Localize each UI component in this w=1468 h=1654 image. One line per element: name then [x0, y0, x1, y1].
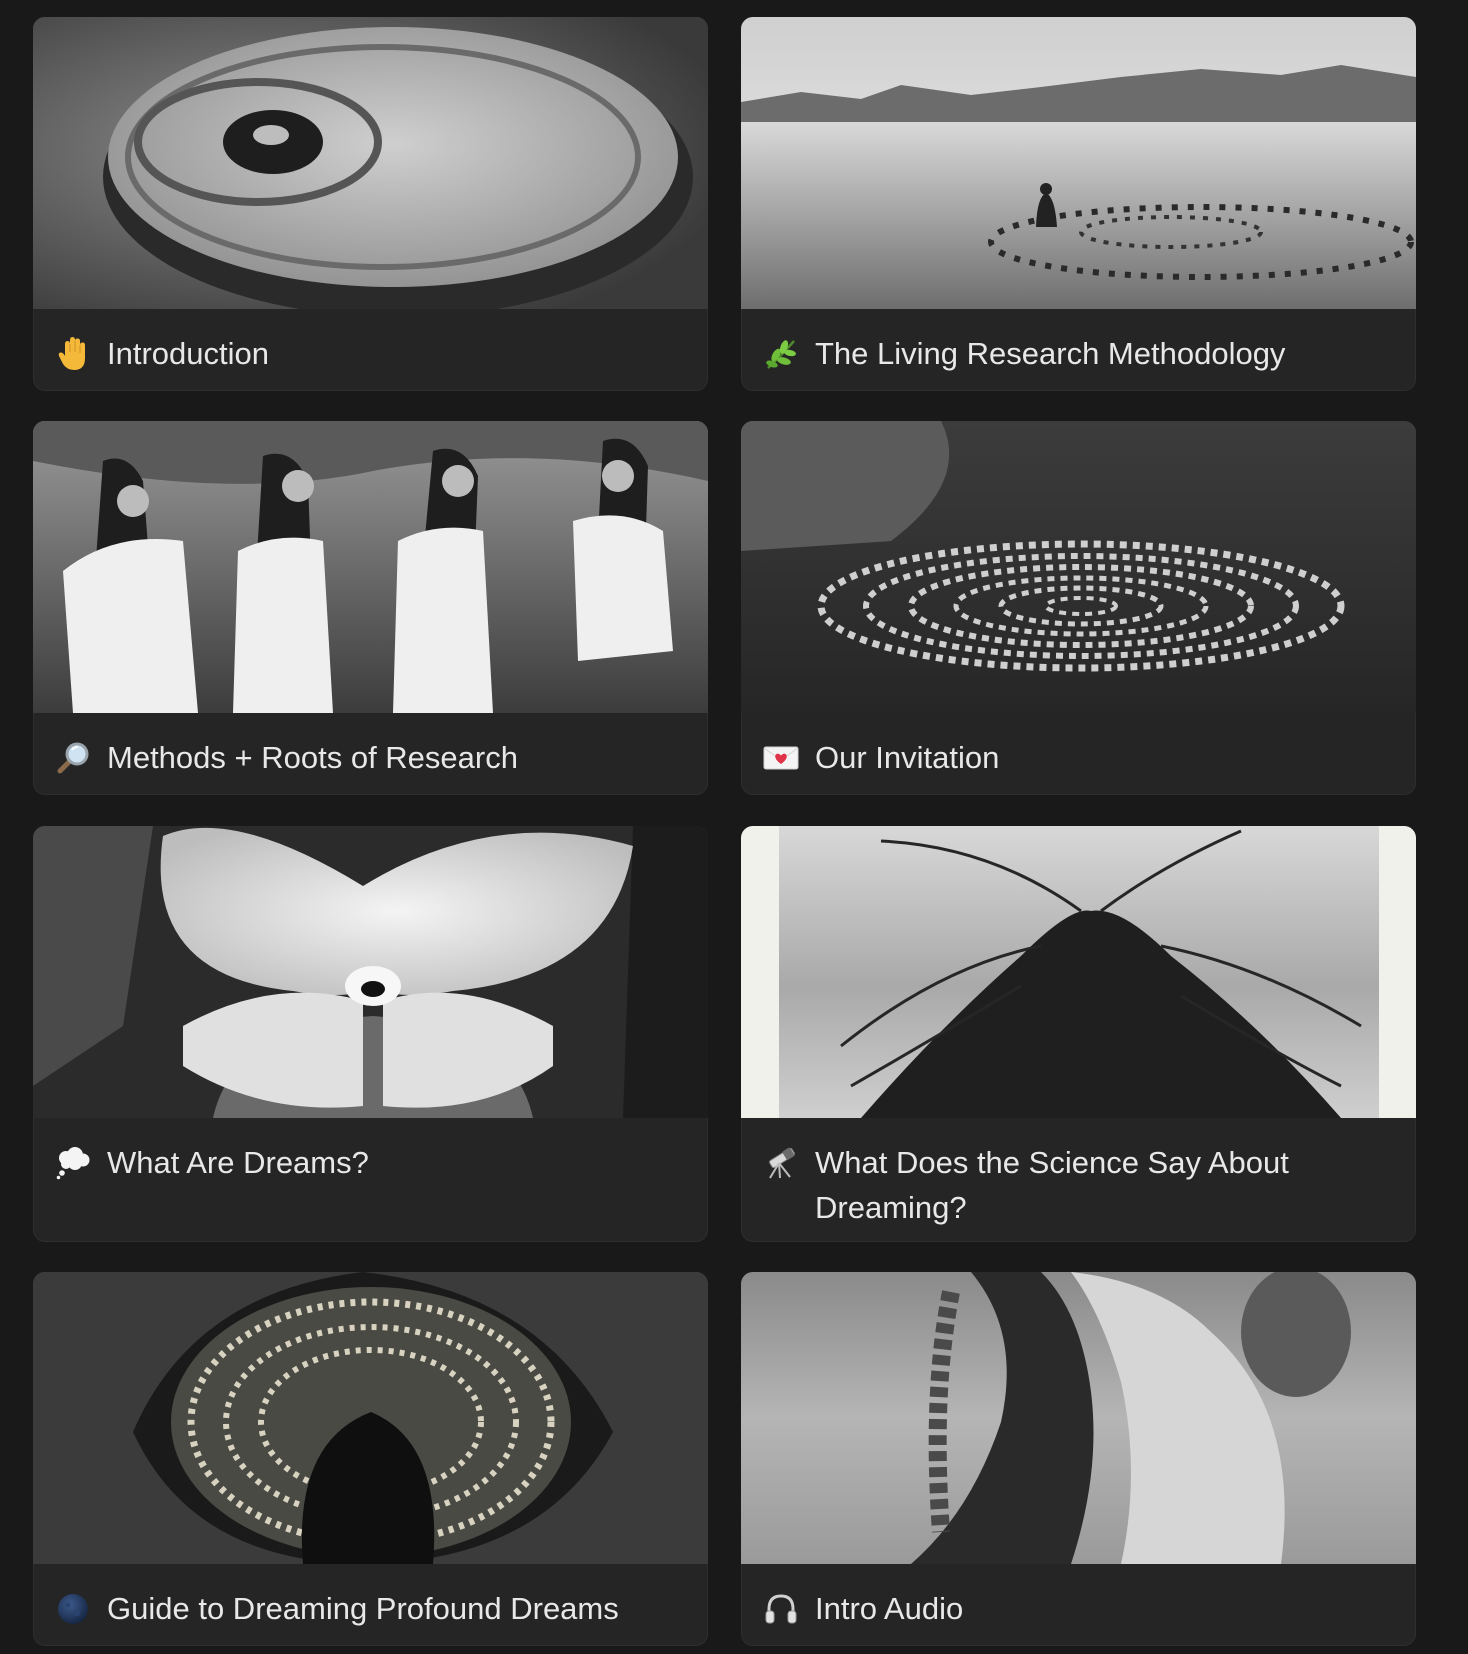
card-caption: Intro Audio [741, 1564, 1416, 1631]
new-moon-icon [55, 1586, 91, 1631]
card-caption: The Living Research Methodology [741, 309, 1416, 376]
card-cover-image [33, 421, 708, 713]
magnifying-glass-icon [55, 735, 91, 780]
card-title: What Does the Science Say About Dreaming… [815, 1145, 1289, 1225]
card-cover-image [33, 1272, 708, 1564]
gallery-card-living-research-methodology[interactable]: The Living Research Methodology [741, 17, 1416, 391]
card-title: What Are Dreams? [107, 1145, 369, 1180]
herb-icon [763, 331, 799, 376]
card-cover-image [33, 826, 708, 1118]
card-cover-image [741, 1272, 1416, 1564]
card-title: Introduction [107, 336, 269, 371]
card-caption: What Does the Science Say About Dreaming… [741, 1118, 1416, 1230]
card-title: Guide to Dreaming Profound Dreams [107, 1591, 619, 1626]
gallery-card-methods-roots[interactable]: Methods + Roots of Research [33, 421, 708, 795]
thought-balloon-icon [55, 1140, 91, 1185]
card-caption: Introduction [33, 309, 708, 376]
card-caption: What Are Dreams? [33, 1118, 708, 1185]
gallery-card-guide-profound-dreams[interactable]: Guide to Dreaming Profound Dreams [33, 1272, 708, 1646]
gallery-card-intro-audio[interactable]: Intro Audio [741, 1272, 1416, 1646]
gallery-card-our-invitation[interactable]: Our Invitation [741, 421, 1416, 795]
love-letter-icon [763, 735, 799, 780]
card-cover-image [741, 421, 1416, 713]
gallery-card-science-dreaming[interactable]: What Does the Science Say About Dreaming… [741, 826, 1416, 1242]
card-title: Our Invitation [815, 740, 1000, 775]
headphones-icon [763, 1586, 799, 1631]
card-title: The Living Research Methodology [815, 336, 1286, 371]
card-caption: Guide to Dreaming Profound Dreams [33, 1564, 708, 1631]
gallery-view: Introduction The Living Research Methodo… [0, 0, 1468, 1654]
gallery-card-what-are-dreams[interactable]: What Are Dreams? [33, 826, 708, 1242]
raised-hand-icon [55, 331, 91, 376]
card-cover-image [741, 17, 1416, 309]
card-cover-image [33, 17, 708, 309]
card-title: Methods + Roots of Research [107, 740, 518, 775]
gallery-card-introduction[interactable]: Introduction [33, 17, 708, 391]
telescope-icon [763, 1140, 799, 1185]
card-title: Intro Audio [815, 1591, 964, 1626]
card-caption: Our Invitation [741, 713, 1416, 780]
card-cover-image [741, 826, 1416, 1118]
card-caption: Methods + Roots of Research [33, 713, 708, 780]
